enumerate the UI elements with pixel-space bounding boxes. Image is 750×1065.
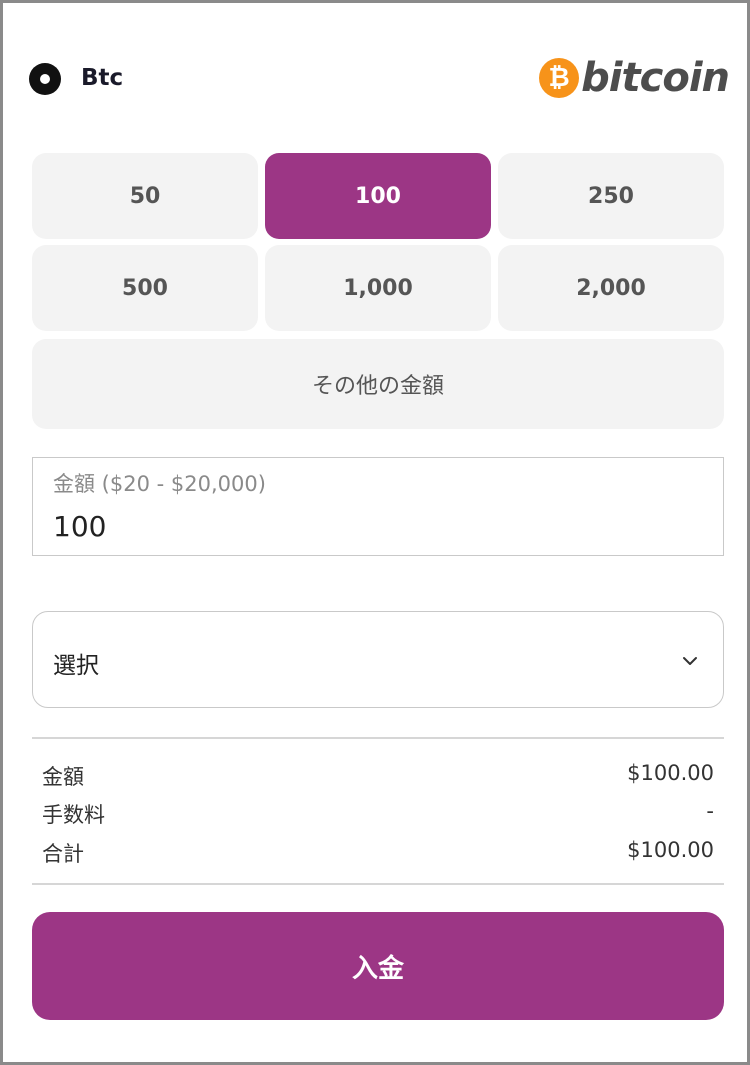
preset-amount-1000[interactable]: 1,000 <box>265 245 491 331</box>
amount-input-value[interactable]: 100 <box>53 510 106 543</box>
summary-divider-top <box>32 737 724 739</box>
summary-row-amount: 金額 $100.00 <box>42 761 714 793</box>
amount-input-label: 金額 ($20 - $20,000) <box>53 472 266 496</box>
payment-method-radio[interactable] <box>29 63 61 95</box>
chevron-down-icon <box>683 657 697 665</box>
preset-amount-2000[interactable]: 2,000 <box>498 245 724 331</box>
payment-method-header: Btc ₿ bitcoin <box>29 47 730 109</box>
bitcoin-logo: ₿ bitcoin <box>539 47 730 109</box>
deposit-panel: Btc ₿ bitcoin 50 100 250 500 1,000 2,000… <box>0 0 750 1065</box>
bitcoin-logo-text: bitcoin <box>581 55 730 101</box>
other-amount-button[interactable]: その他の金額 <box>32 339 724 429</box>
option-select-value: 選択 <box>53 653 99 679</box>
summary-row-fee: 手数料 - <box>42 799 714 831</box>
summary-total-label: 合計 <box>42 842 84 866</box>
option-select[interactable]: 選択 <box>32 611 724 708</box>
preset-amount-100[interactable]: 100 <box>265 153 491 239</box>
summary-divider-bottom <box>32 883 724 885</box>
summary-total-value: $100.00 <box>627 838 714 862</box>
summary-fee-value: - <box>706 799 714 823</box>
preset-amount-50[interactable]: 50 <box>32 153 258 239</box>
bitcoin-coin-icon: ₿ <box>539 58 580 98</box>
summary-row-total: 合計 $100.00 <box>42 838 714 870</box>
deposit-button[interactable]: 入金 <box>32 912 724 1020</box>
payment-method-name: Btc <box>81 65 124 91</box>
summary-amount-value: $100.00 <box>627 761 714 785</box>
summary-fee-label: 手数料 <box>42 803 105 827</box>
preset-amount-500[interactable]: 500 <box>32 245 258 331</box>
amount-input[interactable]: 金額 ($20 - $20,000) 100 <box>32 457 724 556</box>
summary-amount-label: 金額 <box>42 765 84 789</box>
preset-amount-250[interactable]: 250 <box>498 153 724 239</box>
